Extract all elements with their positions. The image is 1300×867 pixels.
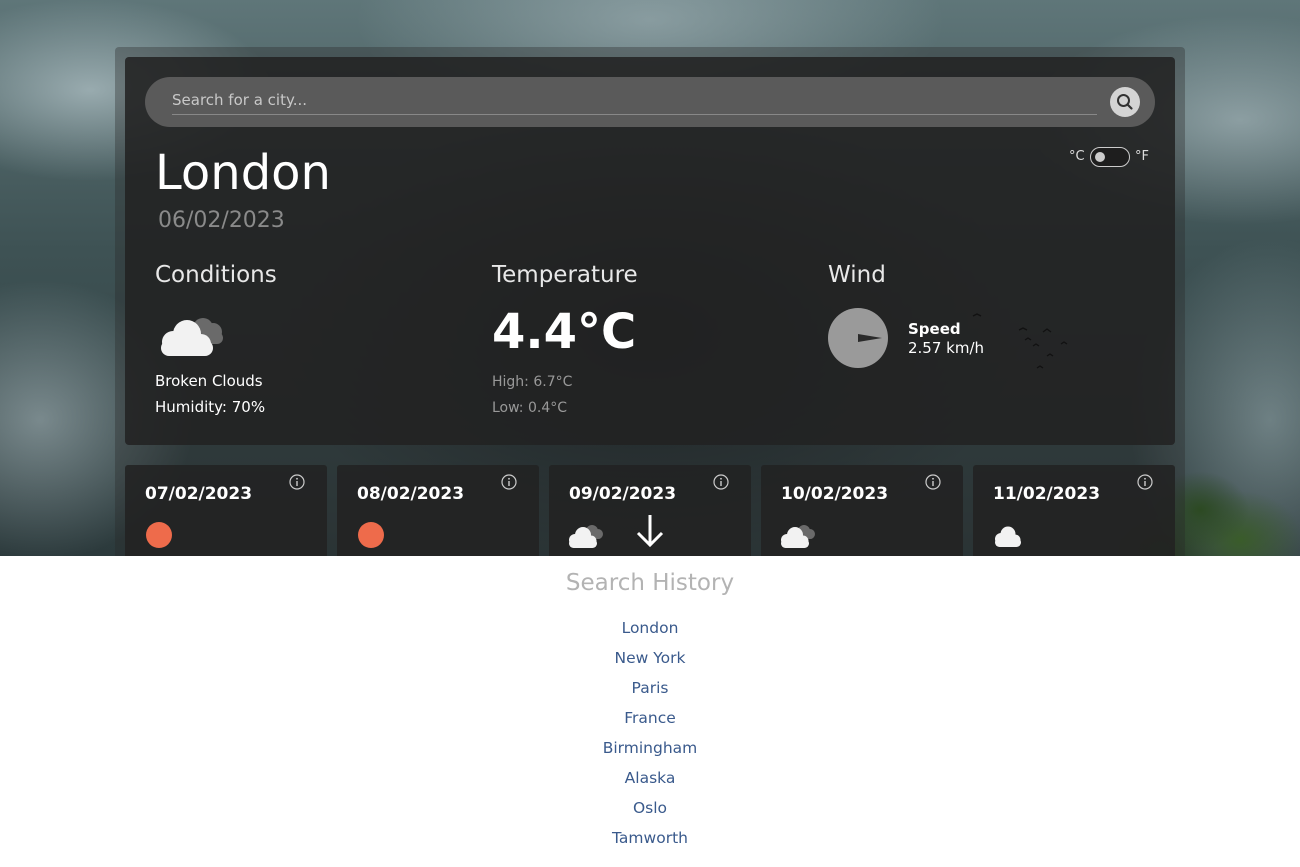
temperature-title: Temperature bbox=[492, 262, 638, 288]
history-item: Paris bbox=[0, 678, 1300, 708]
search-history-title: Search History bbox=[565, 570, 735, 596]
forecast-date: 08/02/2023 bbox=[357, 484, 465, 504]
current-date: 06/02/2023 bbox=[158, 208, 285, 233]
sun-icon bbox=[358, 522, 384, 548]
current-weather-card: °C °F London 06/02/2023 Conditions Broke… bbox=[125, 57, 1175, 445]
forecast-card[interactable]: 10/02/2023 bbox=[761, 465, 963, 556]
info-icon[interactable] bbox=[1137, 474, 1153, 490]
history-link-france[interactable]: France bbox=[624, 709, 676, 727]
conditions-description: Broken Clouds bbox=[155, 372, 263, 390]
wind-section: Wind Speed 2.57 km/h bbox=[828, 262, 1128, 369]
wind-title: Wind bbox=[828, 262, 886, 288]
conditions-title: Conditions bbox=[155, 262, 277, 288]
temperature-section: Temperature 4.4°C High: 6.7°C Low: 0.4°C bbox=[492, 262, 792, 416]
history-link-alaska[interactable]: Alaska bbox=[625, 769, 676, 787]
history-link-oslo[interactable]: Oslo bbox=[633, 799, 667, 817]
conditions-section: Conditions Broken Clouds Humidity: 70% bbox=[155, 262, 455, 416]
info-icon[interactable] bbox=[925, 474, 941, 490]
temperature-high: High: 6.7°C bbox=[492, 374, 573, 390]
broken-clouds-icon bbox=[781, 525, 815, 548]
search-icon bbox=[1117, 94, 1133, 110]
temperature-value: 4.4°C bbox=[492, 304, 637, 360]
sun-icon bbox=[146, 522, 172, 548]
birds-background bbox=[972, 313, 1068, 369]
forecast-date: 10/02/2023 bbox=[781, 484, 889, 504]
history-item: New York bbox=[0, 648, 1300, 678]
switch-knob bbox=[1095, 152, 1105, 162]
history-item: Birmingham bbox=[0, 738, 1300, 768]
cloud-icon bbox=[995, 526, 1021, 547]
unit-switch[interactable] bbox=[1090, 147, 1130, 167]
temperature-low: Low: 0.4°C bbox=[492, 400, 568, 416]
history-item: Alaska bbox=[0, 768, 1300, 798]
search-bar bbox=[145, 77, 1155, 127]
forecast-card[interactable]: 07/02/2023 bbox=[125, 465, 327, 556]
history-link-paris[interactable]: Paris bbox=[632, 679, 669, 697]
history-link-london[interactable]: London bbox=[622, 619, 679, 637]
history-item: Oslo bbox=[0, 798, 1300, 828]
info-icon[interactable] bbox=[713, 474, 729, 490]
history-item: Tamworth bbox=[0, 828, 1300, 858]
search-history-list: London New York Paris France Birmingham … bbox=[0, 618, 1300, 858]
wind-speed-label: Speed bbox=[908, 320, 961, 338]
arrow-down-icon bbox=[636, 515, 664, 548]
forecast-date: 09/02/2023 bbox=[569, 484, 677, 504]
fahrenheit-label: °F bbox=[1135, 149, 1149, 164]
info-icon[interactable] bbox=[289, 474, 305, 490]
search-input[interactable] bbox=[172, 86, 1097, 115]
history-link-birmingham[interactable]: Birmingham bbox=[603, 739, 698, 757]
search-history-section: Search History London New York Paris Fra… bbox=[0, 556, 1300, 867]
history-item: London bbox=[0, 618, 1300, 648]
broken-clouds-icon bbox=[161, 318, 223, 356]
forecast-card[interactable]: 11/02/2023 bbox=[973, 465, 1175, 556]
forecast-date: 11/02/2023 bbox=[993, 484, 1101, 504]
history-link-tamworth[interactable]: Tamworth bbox=[612, 829, 688, 847]
forecast-date: 07/02/2023 bbox=[145, 484, 253, 504]
unit-toggle: °C °F bbox=[1069, 147, 1151, 167]
forecast-card[interactable]: 09/02/2023 bbox=[549, 465, 751, 556]
forecast-card[interactable]: 08/02/2023 bbox=[337, 465, 539, 556]
humidity: Humidity: 70% bbox=[155, 398, 266, 416]
info-icon[interactable] bbox=[501, 474, 517, 490]
city-name: London bbox=[155, 145, 331, 201]
history-link-new-york[interactable]: New York bbox=[615, 649, 686, 667]
celsius-label: °C bbox=[1069, 149, 1085, 164]
search-button[interactable] bbox=[1110, 87, 1140, 117]
wind-direction-icon bbox=[828, 308, 888, 368]
history-item: France bbox=[0, 708, 1300, 738]
broken-clouds-icon bbox=[569, 525, 603, 548]
